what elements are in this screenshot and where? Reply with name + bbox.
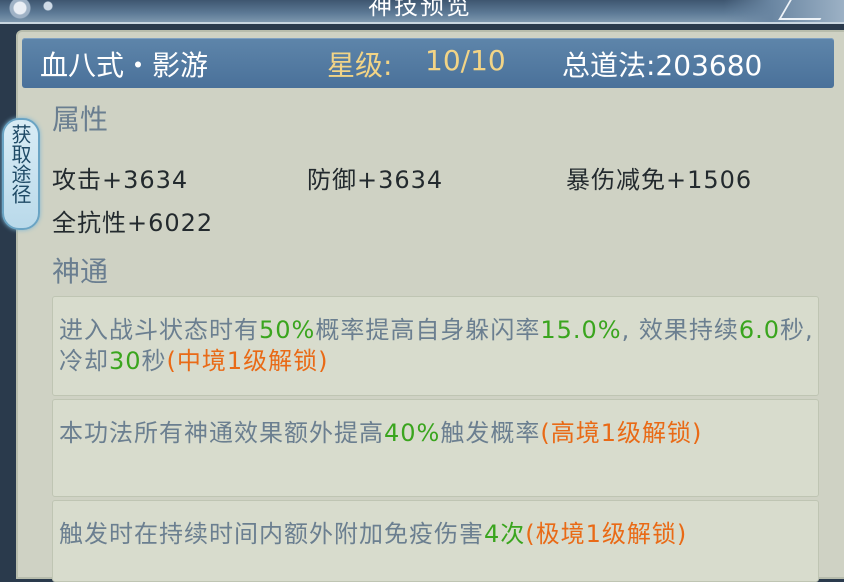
- attributes-title: 属性: [52, 103, 109, 136]
- ability-desc-2: 本功法所有神通效果额外提高40%触发概率(高境1级解锁): [59, 418, 814, 449]
- ability-text-green: 4次: [484, 520, 526, 548]
- ability-text-normal: 概率提高自身躲闪率: [315, 316, 541, 344]
- star-level-value: 10/10: [425, 44, 506, 77]
- ability-text-normal: 本功法所有神通效果额外提高: [59, 419, 384, 447]
- ability-text-green: 15.0%: [540, 316, 622, 344]
- ability-card: 本功法所有神通效果额外提高40%触发概率(高境1级解锁): [52, 399, 819, 497]
- ability-text-green: 50%: [259, 316, 316, 344]
- obtain-method-tab[interactable]: 获取途径: [2, 118, 40, 230]
- ability-text-normal: 秒: [141, 347, 167, 375]
- ability-text-green: 6.0: [738, 316, 781, 344]
- attr-attack: 攻击+3634: [52, 166, 189, 194]
- abilities-title: 神通: [52, 255, 109, 288]
- star-level-label: 星级:: [327, 49, 393, 82]
- attr-all-resist: 全抗性+6022: [52, 209, 214, 237]
- total-daofa: 总道法:203680: [562, 49, 763, 82]
- ability-text-green: 30: [109, 347, 142, 375]
- obtain-method-label: 获取途径: [8, 124, 32, 204]
- ability-card: 进入战斗状态时有50%概率提高自身躲闪率15.0%, 效果持续6.0秒, 冷却3…: [52, 296, 819, 396]
- ability-text-normal: 触发概率: [440, 419, 541, 447]
- ability-text-green: 40%: [384, 419, 441, 447]
- corner-ornament-right: [724, 0, 844, 22]
- ability-text-normal: 触发时在持续时间内额外附加免疫伤害: [59, 520, 484, 548]
- attr-defense: 防御+3634: [307, 166, 444, 194]
- ability-desc-1: 进入战斗状态时有50%概率提高自身躲闪率15.0%, 效果持续6.0秒, 冷却3…: [59, 315, 814, 377]
- skill-name: 血八式・影游: [40, 49, 209, 82]
- ability-text-orange: (高境1级解锁): [540, 419, 703, 447]
- ability-text-orange: (极境1级解锁): [525, 520, 688, 548]
- window-title-bar: 神技预览: [0, 0, 844, 24]
- ability-text-normal: 进入战斗状态时有: [59, 316, 259, 344]
- ability-desc-3: 触发时在持续时间内额外附加免疫伤害4次(极境1级解锁): [59, 519, 814, 550]
- window-title: 神技预览: [368, 0, 472, 20]
- ability-text-orange: (中境1级解锁): [166, 347, 329, 375]
- corner-ornament-left: [0, 0, 70, 22]
- attr-crit-reduction: 暴伤减免+1506: [566, 166, 753, 194]
- ability-text-normal: , 效果持续: [621, 316, 739, 344]
